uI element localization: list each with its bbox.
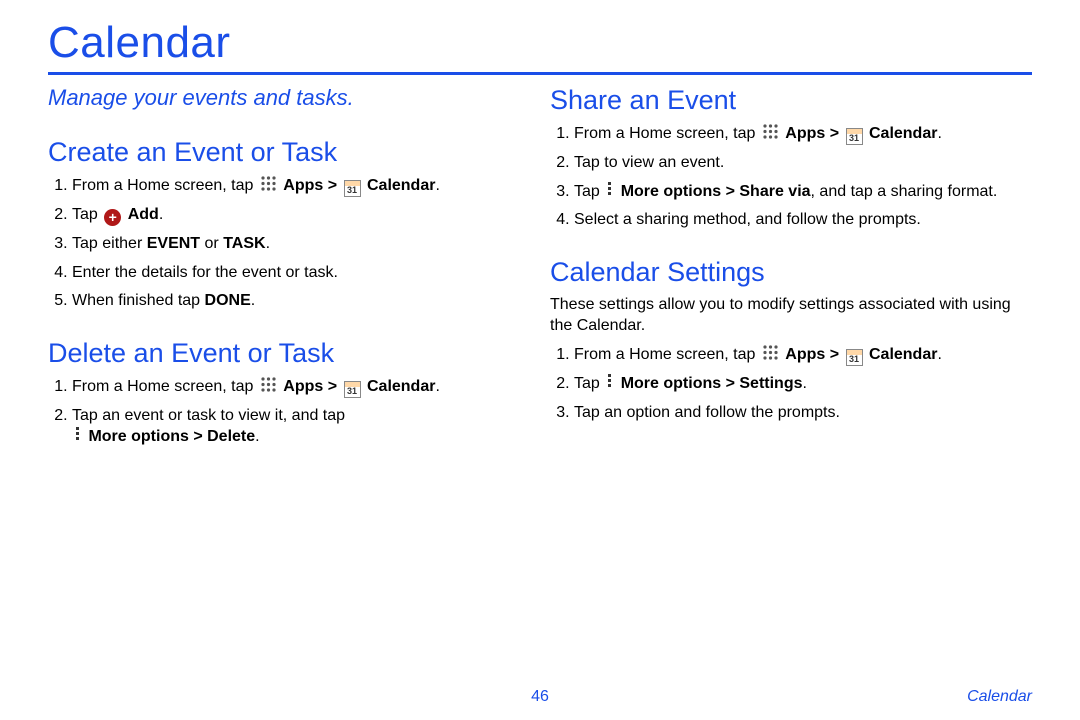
more-options-icon — [605, 373, 615, 390]
page-footer: 46 Calendar — [0, 688, 1080, 706]
settings-intro: These settings allow you to modify setti… — [550, 294, 1032, 337]
list-item: Enter the details for the event or task. — [72, 262, 530, 284]
text: EVENT — [147, 235, 200, 252]
text: . — [937, 346, 941, 363]
text: Apps > — [283, 378, 341, 395]
text: Calendar — [367, 378, 435, 395]
more-options-icon — [605, 181, 615, 198]
text: From a Home screen, tap — [72, 177, 258, 194]
page-number: 46 — [531, 688, 549, 706]
text: Add — [128, 206, 159, 223]
list-item: Select a sharing method, and follow the … — [574, 209, 1032, 231]
calendar-icon: 31 — [846, 128, 863, 145]
text: More options > Share via — [621, 183, 811, 200]
apps-icon — [762, 344, 779, 361]
list-item: From a Home screen, tap Apps > 31 Calend… — [574, 123, 1032, 145]
text: . — [255, 428, 259, 445]
heading-delete: Delete an Event or Task — [48, 338, 530, 369]
text: . — [159, 206, 163, 223]
text: Tap — [574, 375, 604, 392]
heading-share: Share an Event — [550, 85, 1032, 116]
share-steps: From a Home screen, tap Apps > 31 Calend… — [550, 123, 1032, 231]
list-item: From a Home screen, tap Apps > 31 Calend… — [72, 376, 530, 398]
calendar-icon: 31 — [344, 381, 361, 398]
add-icon: + — [104, 209, 121, 226]
apps-icon — [260, 376, 277, 393]
text: . — [435, 177, 439, 194]
list-item: Tap an event or task to view it, and tap… — [72, 405, 530, 448]
left-column: Manage your events and tasks. Create an … — [48, 85, 530, 455]
text: . — [266, 235, 270, 252]
apps-icon — [260, 175, 277, 192]
page-title: Calendar — [48, 18, 1032, 68]
list-item: Tap an option and follow the prompts. — [574, 402, 1032, 424]
text: From a Home screen, tap — [72, 378, 258, 395]
title-divider — [48, 72, 1032, 75]
footer-section-label: Calendar — [967, 688, 1032, 706]
text: Tap an event or task to view it, and tap — [72, 407, 345, 424]
text: Tap — [574, 183, 604, 200]
text: Apps > — [283, 177, 341, 194]
text: Calendar — [869, 346, 937, 363]
text: Calendar — [367, 177, 435, 194]
create-steps: From a Home screen, tap Apps > 31 Calend… — [48, 175, 530, 312]
text: Calendar — [869, 125, 937, 142]
calendar-icon: 31 — [344, 180, 361, 197]
text: . — [435, 378, 439, 395]
heading-settings: Calendar Settings — [550, 257, 1032, 288]
heading-create: Create an Event or Task — [48, 137, 530, 168]
text: or — [200, 235, 223, 252]
text: More options > Settings — [621, 375, 803, 392]
list-item: Tap either EVENT or TASK. — [72, 233, 530, 255]
text: When finished tap — [72, 292, 205, 309]
calendar-icon: 31 — [846, 349, 863, 366]
text: From a Home screen, tap — [574, 125, 760, 142]
text: Tap either — [72, 235, 147, 252]
text: DONE — [205, 292, 251, 309]
list-item: Tap + Add. — [72, 204, 530, 226]
list-item: Tap More options > Settings. — [574, 373, 1032, 395]
text: . — [937, 125, 941, 142]
text: From a Home screen, tap — [574, 346, 760, 363]
right-column: Share an Event From a Home screen, tap A… — [550, 85, 1032, 455]
text: . — [803, 375, 807, 392]
delete-steps: From a Home screen, tap Apps > 31 Calend… — [48, 376, 530, 448]
list-item: From a Home screen, tap Apps > 31 Calend… — [72, 175, 530, 197]
text: Apps > — [785, 346, 843, 363]
text: . — [251, 292, 255, 309]
list-item: Tap to view an event. — [574, 152, 1032, 174]
list-item: Tap More options > Share via, and tap a … — [574, 181, 1032, 203]
text: TASK — [223, 235, 265, 252]
text: More options > Delete — [88, 428, 255, 445]
more-options-icon — [73, 426, 83, 443]
list-item: From a Home screen, tap Apps > 31 Calend… — [574, 344, 1032, 366]
list-item: When finished tap DONE. — [72, 290, 530, 312]
apps-icon — [762, 123, 779, 140]
settings-steps: From a Home screen, tap Apps > 31 Calend… — [550, 344, 1032, 423]
page-subtitle: Manage your events and tasks. — [48, 85, 530, 111]
text: , and tap a sharing format. — [811, 183, 998, 200]
text: Apps > — [785, 125, 843, 142]
text: Tap — [72, 206, 102, 223]
